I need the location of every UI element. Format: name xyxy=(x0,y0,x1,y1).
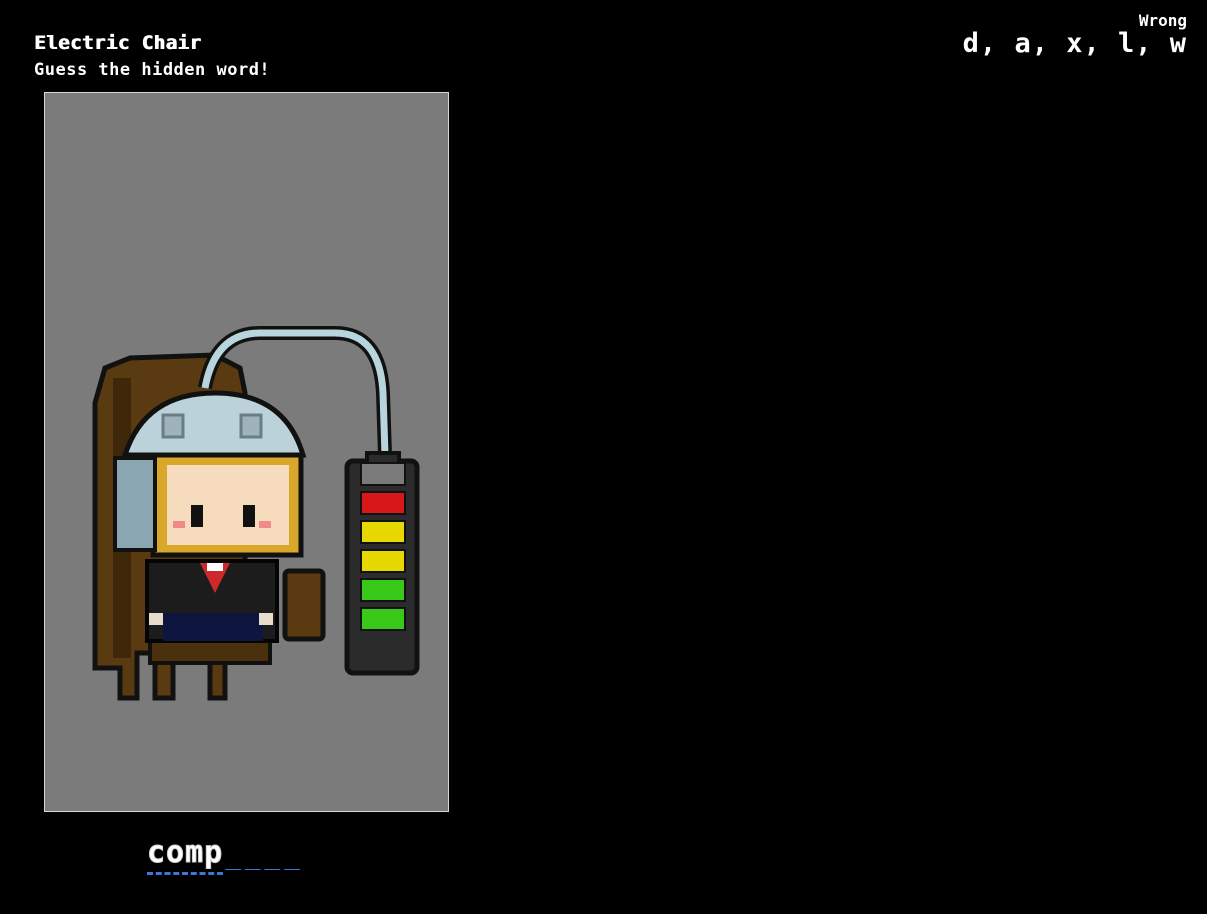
revealed-letters: comp xyxy=(146,835,224,875)
meter-segment xyxy=(360,578,406,602)
scene-panel xyxy=(44,92,449,812)
meter-segment xyxy=(360,549,406,573)
meter-segment xyxy=(360,491,406,515)
wrong-letters: d, a, x, l, w xyxy=(962,28,1187,59)
meter-segment xyxy=(360,520,406,544)
meter-segment xyxy=(360,462,406,486)
battery-meter-icon xyxy=(344,451,420,676)
meter-segment xyxy=(360,607,406,631)
game-title: Electric Chair xyxy=(34,32,202,54)
hidden-word: comp ____ xyxy=(146,835,304,875)
electric-chair-scene xyxy=(92,326,420,701)
blank-letters: ____ xyxy=(225,841,304,871)
game-subtitle: Guess the hidden word! xyxy=(34,60,271,80)
